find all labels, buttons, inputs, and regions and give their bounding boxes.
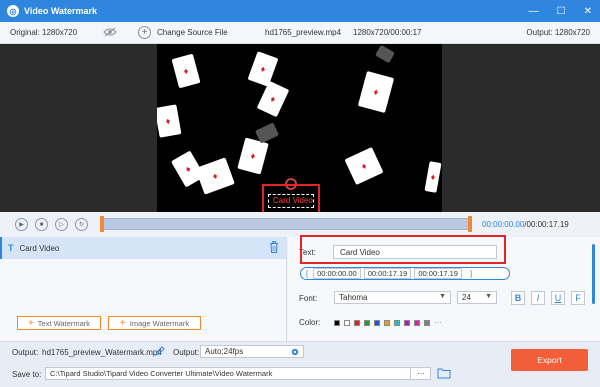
color-swatch[interactable] bbox=[414, 319, 420, 326]
settings-gear-icon[interactable] bbox=[290, 347, 300, 357]
card-image: ♦ bbox=[344, 146, 384, 186]
color-swatch[interactable] bbox=[384, 319, 390, 326]
color-swatch[interactable] bbox=[344, 319, 350, 326]
more-colors-button[interactable]: ··· bbox=[434, 318, 442, 327]
save-to-label: Save to: bbox=[12, 370, 42, 379]
duration-input[interactable]: 00:00:17.19 bbox=[363, 268, 412, 279]
card-image bbox=[375, 44, 395, 64]
maximize-button[interactable]: ☐ bbox=[557, 6, 566, 17]
watermark-item-label: Card Video bbox=[19, 243, 60, 253]
timeline-end-handle[interactable] bbox=[468, 216, 472, 232]
output-format-label: Output: bbox=[173, 348, 200, 357]
plus-icon: + bbox=[119, 317, 126, 329]
font-size-select[interactable]: 24 ▼ bbox=[457, 291, 497, 304]
card-image bbox=[254, 122, 280, 144]
playback-time: 00:00:00.00/00:00:17.19 bbox=[482, 220, 569, 229]
current-time: 00:00:00.00 bbox=[482, 220, 525, 229]
app-icon: ◎ bbox=[7, 5, 19, 17]
next-frame-icon[interactable]: ▷ bbox=[55, 218, 68, 231]
time-range-control: [ 00:00:00.00 00:00:17.19 00:00:17.19 ] bbox=[300, 267, 510, 280]
end-bracket-icon[interactable]: ] bbox=[465, 269, 477, 278]
hide-original-eye-icon[interactable] bbox=[103, 27, 117, 37]
color-swatch[interactable] bbox=[364, 319, 370, 326]
text-input-highlight-box bbox=[300, 235, 506, 264]
output-filename: hd1765_preview_Watermark.mp4 bbox=[42, 348, 162, 357]
stop-icon[interactable]: ■ bbox=[35, 218, 48, 231]
italic-button[interactable]: I bbox=[531, 291, 545, 305]
card-image: ♦ bbox=[256, 80, 290, 118]
trash-icon[interactable] bbox=[269, 241, 279, 253]
color-swatch[interactable] bbox=[394, 319, 400, 326]
loop-icon[interactable]: ↻ bbox=[75, 218, 88, 231]
text-watermark-label: Text Watermark bbox=[37, 318, 91, 328]
add-image-watermark-button[interactable]: + Image Watermark bbox=[108, 316, 201, 330]
color-swatches: ··· bbox=[334, 318, 442, 327]
minimize-button[interactable]: — bbox=[529, 6, 539, 17]
add-text-watermark-button[interactable]: + Text Watermark bbox=[17, 316, 101, 330]
output-format-value: Auto;24fps bbox=[205, 347, 244, 356]
plus-icon: + bbox=[138, 26, 151, 39]
watermark-highlight-box bbox=[262, 184, 320, 214]
color-swatch[interactable] bbox=[354, 319, 360, 326]
text-type-icon: T bbox=[8, 243, 14, 253]
card-image: ♦ bbox=[247, 51, 279, 87]
output-label: Output: bbox=[12, 348, 39, 357]
play-icon[interactable]: ▶ bbox=[15, 218, 28, 231]
total-time: /00:00:17.19 bbox=[524, 220, 569, 229]
color-swatch[interactable] bbox=[374, 319, 380, 326]
image-watermark-label: Image Watermark bbox=[129, 318, 190, 328]
font-family-value: Tahoma bbox=[339, 293, 368, 302]
color-label: Color: bbox=[299, 318, 321, 327]
save-path-value: C:\Tipard Studio\Tipard Video Converter … bbox=[50, 369, 273, 378]
bold-button[interactable]: B bbox=[511, 291, 525, 305]
save-path-field[interactable]: C:\Tipard Studio\Tipard Video Converter … bbox=[45, 367, 431, 380]
output-resolution: Output: 1280x720 bbox=[526, 28, 590, 37]
end-time-input[interactable]: 00:00:17.19 bbox=[414, 268, 462, 279]
color-swatch[interactable] bbox=[404, 319, 410, 326]
settings-scrollbar[interactable] bbox=[592, 244, 595, 304]
source-meta: 1280x720/00:00:17 bbox=[353, 28, 422, 37]
strikethrough-button[interactable]: F bbox=[571, 291, 585, 305]
source-filename: hd1765_preview.mp4 bbox=[265, 28, 342, 37]
plus-icon: + bbox=[27, 317, 34, 329]
info-bar: Original: 1280x720 + Change Source File … bbox=[0, 22, 600, 44]
start-time-input[interactable]: 00:00:00.00 bbox=[313, 268, 361, 279]
output-format-select[interactable]: Auto;24fps bbox=[200, 345, 304, 358]
underline-button[interactable]: U bbox=[551, 291, 565, 305]
font-label: Font: bbox=[299, 294, 318, 303]
card-image: ♦ bbox=[171, 53, 201, 89]
export-button[interactable]: Export bbox=[511, 349, 588, 371]
color-swatch[interactable] bbox=[334, 319, 340, 326]
card-image: ♦ bbox=[424, 161, 442, 193]
card-image: ♦ bbox=[157, 104, 182, 138]
change-source-button[interactable]: + Change Source File bbox=[138, 26, 228, 39]
title-bar: ◎ Video Watermark — ☐ ✕ bbox=[0, 0, 600, 22]
start-bracket-icon[interactable]: [ bbox=[301, 269, 313, 278]
change-source-label: Change Source File bbox=[157, 28, 228, 37]
open-folder-icon[interactable] bbox=[437, 367, 451, 379]
browse-button[interactable]: ··· bbox=[410, 367, 431, 380]
edit-icon[interactable] bbox=[155, 346, 165, 356]
chevron-down-icon: ▼ bbox=[439, 293, 446, 300]
font-family-select[interactable]: Tahoma ▼ bbox=[334, 291, 451, 304]
close-button[interactable]: ✕ bbox=[584, 6, 592, 17]
card-image: ♦ bbox=[195, 157, 235, 195]
original-resolution: Original: 1280x720 bbox=[10, 28, 78, 37]
timeline-track[interactable] bbox=[100, 218, 472, 230]
chevron-down-icon: ▼ bbox=[485, 293, 492, 300]
window-title: Video Watermark bbox=[24, 6, 98, 16]
card-image: ♦ bbox=[237, 137, 269, 175]
card-image: ♦ bbox=[357, 70, 395, 114]
font-size-value: 24 bbox=[462, 293, 471, 302]
timeline-start-handle[interactable] bbox=[100, 216, 104, 232]
color-swatch[interactable] bbox=[424, 319, 430, 326]
list-item[interactable]: T Card Video bbox=[0, 237, 287, 259]
